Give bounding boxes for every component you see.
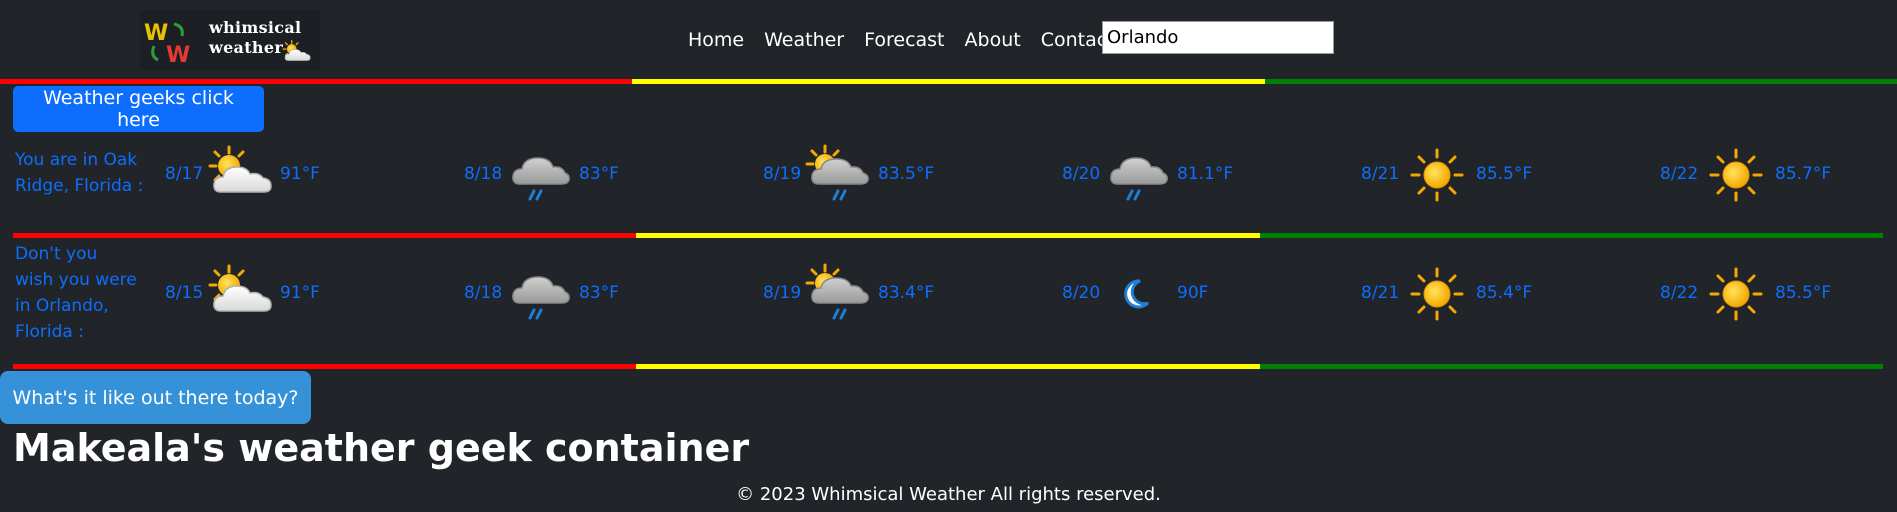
forecast-temp: 85.4°F (1476, 283, 1533, 303)
forecast-day: 8/22 85.7°F (1660, 144, 1897, 204)
forecast-day: 8/15 91°F (165, 263, 405, 323)
svg-text:W: W (166, 43, 190, 64)
forecast-date: 8/19 (763, 283, 802, 303)
forecast-day: 8/22 85.5°F (1660, 263, 1897, 323)
nav-home[interactable]: Home (688, 27, 744, 53)
rain-cloud-icon (1104, 144, 1172, 206)
forecast-date: 8/15 (165, 283, 204, 303)
tricolor-divider (0, 79, 1897, 84)
forecast-day: 8/17 91°F (165, 144, 405, 204)
forecast-date: 8/17 (165, 164, 204, 184)
forecast-temp: 91°F (280, 164, 320, 184)
sun-behind-cloud-icon (207, 144, 275, 206)
forecast-date: 8/22 (1660, 164, 1699, 184)
sun-cloud-rain-icon (805, 263, 873, 325)
logo-ww-icon: W W (144, 21, 190, 64)
rain-cloud-icon (506, 263, 574, 325)
sun-cloud-icon (282, 38, 312, 68)
forecast-day: 8/18 83°F (464, 144, 704, 204)
forecast-temp: 83.4°F (878, 283, 935, 303)
location-label: You are in Oak Ridge, Florida : (15, 150, 144, 196)
forecast-date: 8/20 (1062, 164, 1101, 184)
forecast-temp: 83.5°F (878, 164, 935, 184)
forecast-date: 8/18 (464, 283, 503, 303)
crescent-moon-icon (1104, 263, 1172, 325)
forecast-day: 8/20 90F (1062, 263, 1302, 323)
today-weather-button[interactable]: What's it like out there today? (0, 371, 311, 424)
forecast-day: 8/21 85.5°F (1361, 144, 1601, 204)
forecast-temp: 85.7°F (1775, 164, 1832, 184)
forecast-date: 8/20 (1062, 283, 1101, 303)
forecast-temp: 85.5°F (1476, 164, 1533, 184)
svg-text:W: W (144, 21, 168, 46)
sun-cloud-rain-icon (805, 144, 873, 206)
tricolor-divider (13, 364, 1883, 369)
tricolor-divider (13, 233, 1883, 238)
main-nav: Home Weather Forecast About Contact (688, 27, 1135, 53)
nav-weather[interactable]: Weather (764, 27, 844, 53)
forecast-temp: 83°F (579, 164, 619, 184)
forecast-date: 8/22 (1660, 283, 1699, 303)
location-label: Don't you wish you were in Orlando, Flor… (15, 244, 137, 342)
forecast-temp: 83°F (579, 283, 619, 303)
page-title: Makeala's weather geek container (13, 426, 750, 470)
forecast-date: 8/18 (464, 164, 503, 184)
sun-icon (1702, 144, 1770, 206)
nav-about[interactable]: About (965, 27, 1021, 53)
forecast-day: 8/19 83.4°F (763, 263, 1003, 323)
forecast-date: 8/21 (1361, 164, 1400, 184)
forecast-day: 8/21 85.4°F (1361, 263, 1601, 323)
rain-cloud-icon (506, 144, 574, 206)
logo-line1: whimsical (209, 18, 302, 37)
nav-forecast[interactable]: Forecast (864, 27, 944, 53)
forecast-temp: 81.1°F (1177, 164, 1234, 184)
forecast-temp: 90F (1177, 283, 1209, 303)
forecast-date: 8/21 (1361, 283, 1400, 303)
weather-geeks-button[interactable]: Weather geeks click here (13, 86, 264, 132)
forecast-date: 8/19 (763, 164, 802, 184)
sun-icon (1403, 263, 1471, 325)
forecast-day: 8/18 83°F (464, 263, 704, 323)
footer-copyright: © 2023 Whimsical Weather All rights rese… (736, 484, 1161, 505)
forecast-temp: 91°F (280, 283, 320, 303)
site-header: W W whimsical weather Home Weather Forec… (0, 0, 1897, 78)
forecast-day: 8/20 81.1°F (1062, 144, 1302, 204)
site-logo[interactable]: W W whimsical weather (140, 10, 320, 70)
sun-behind-cloud-icon (207, 263, 275, 325)
sun-icon (1702, 263, 1770, 325)
forecast-day: 8/19 83.5°F (763, 144, 1003, 204)
sun-icon (1403, 144, 1471, 206)
forecast-temp: 85.5°F (1775, 283, 1832, 303)
city-search-input[interactable] (1102, 21, 1334, 54)
